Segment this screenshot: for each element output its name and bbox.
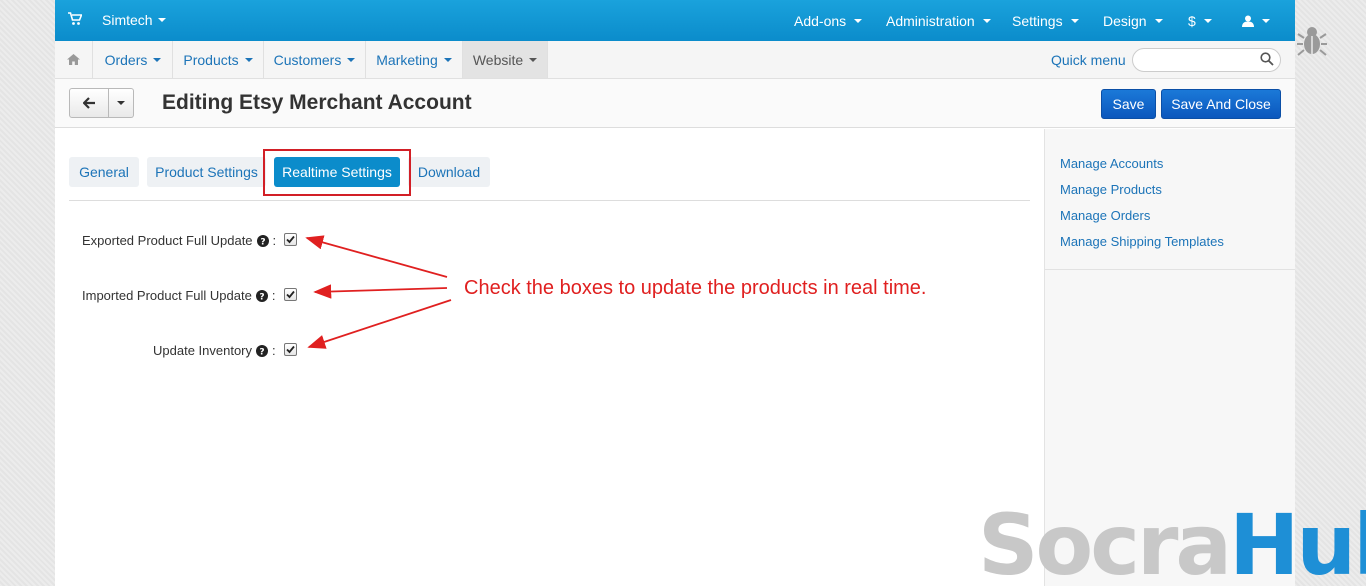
nav-products[interactable]: Products bbox=[173, 41, 264, 78]
nav-user[interactable] bbox=[1242, 0, 1270, 41]
nav-addons[interactable]: Add-ons bbox=[794, 0, 863, 41]
nav-marketing-label: Marketing bbox=[376, 51, 438, 68]
back-button[interactable] bbox=[69, 88, 109, 118]
background-left bbox=[0, 0, 55, 586]
store-selector[interactable]: Simtech bbox=[102, 12, 166, 28]
chevron-down-icon bbox=[244, 57, 253, 62]
quick-menu-link[interactable]: Quick menu bbox=[1051, 52, 1126, 68]
main-nav: Orders Products Customers Marketing Webs… bbox=[55, 41, 1295, 79]
arrow-to-exported bbox=[305, 235, 448, 278]
arrow-left-icon bbox=[82, 97, 95, 109]
home-icon bbox=[67, 54, 80, 65]
chevron-down-icon bbox=[854, 18, 863, 23]
nav-addons-label: Add-ons bbox=[794, 12, 847, 29]
chevron-down-icon bbox=[153, 57, 162, 62]
watermark-part-1: Socra bbox=[978, 496, 1232, 586]
chevron-down-icon bbox=[529, 57, 538, 62]
watermark-logo: SocraHub bbox=[978, 503, 1366, 586]
nav-administration[interactable]: Administration bbox=[886, 0, 991, 41]
annotation-text: Check the boxes to update the products i… bbox=[464, 277, 927, 299]
page-title: Editing Etsy Merchant Account bbox=[162, 91, 472, 114]
chevron-down-icon bbox=[117, 101, 125, 105]
chevron-down-icon bbox=[1070, 18, 1079, 23]
arrow-to-imported bbox=[313, 284, 448, 299]
bug-icon[interactable] bbox=[1297, 24, 1327, 58]
nav-orders-label: Orders bbox=[104, 51, 148, 68]
nav-settings[interactable]: Settings bbox=[1012, 0, 1079, 41]
nav-website[interactable]: Website bbox=[463, 41, 548, 78]
back-dropdown-button[interactable] bbox=[109, 88, 134, 118]
nav-orders[interactable]: Orders bbox=[94, 41, 173, 78]
search-input[interactable] bbox=[1132, 48, 1281, 72]
sidebar-link-manage-orders[interactable]: Manage Orders bbox=[1060, 208, 1224, 234]
sidebar-link-manage-shipping-templates[interactable]: Manage Shipping Templates bbox=[1060, 234, 1224, 260]
sidebar-divider bbox=[1045, 269, 1295, 270]
nav-currency[interactable]: $ bbox=[1188, 0, 1212, 41]
top-bar: Simtech Add-ons Administration Settings … bbox=[55, 0, 1295, 41]
main-content: General Product Settings Realtime Settin… bbox=[55, 129, 1044, 586]
chevron-down-icon bbox=[347, 57, 356, 62]
nav-settings-label: Settings bbox=[1012, 12, 1063, 29]
save-and-close-button[interactable]: Save And Close bbox=[1161, 89, 1281, 119]
arrow-to-inventory bbox=[307, 299, 452, 349]
sidebar-link-manage-products[interactable]: Manage Products bbox=[1060, 182, 1224, 208]
search-icon[interactable] bbox=[1260, 52, 1274, 66]
user-icon bbox=[1242, 15, 1254, 27]
chevron-down-icon bbox=[1262, 18, 1270, 23]
chevron-down-icon bbox=[1154, 18, 1163, 23]
save-button[interactable]: Save bbox=[1101, 89, 1156, 119]
nav-design[interactable]: Design bbox=[1103, 0, 1163, 41]
home-button[interactable] bbox=[55, 41, 93, 78]
nav-design-label: Design bbox=[1103, 12, 1147, 29]
nav-currency-label: $ bbox=[1188, 12, 1196, 29]
page-header: Editing Etsy Merchant Account Save Save … bbox=[55, 79, 1295, 128]
store-name: Simtech bbox=[102, 12, 153, 28]
back-button-group bbox=[69, 88, 134, 118]
sidebar-link-manage-accounts[interactable]: Manage Accounts bbox=[1060, 156, 1224, 182]
nav-products-label: Products bbox=[183, 51, 239, 68]
nav-administration-label: Administration bbox=[886, 12, 975, 29]
nav-website-label: Website bbox=[472, 51, 524, 68]
nav-customers[interactable]: Customers bbox=[264, 41, 366, 78]
chevron-down-icon bbox=[157, 18, 166, 22]
chevron-down-icon bbox=[443, 57, 452, 62]
nav-marketing[interactable]: Marketing bbox=[366, 41, 463, 78]
chevron-down-icon bbox=[982, 18, 991, 23]
nav-customers-label: Customers bbox=[273, 51, 342, 68]
cart-icon[interactable] bbox=[68, 12, 82, 26]
watermark-part-2: Hub bbox=[1229, 496, 1366, 586]
sidebar-links: Manage Accounts Manage Products Manage O… bbox=[1060, 156, 1224, 260]
chevron-down-icon bbox=[1203, 18, 1212, 23]
